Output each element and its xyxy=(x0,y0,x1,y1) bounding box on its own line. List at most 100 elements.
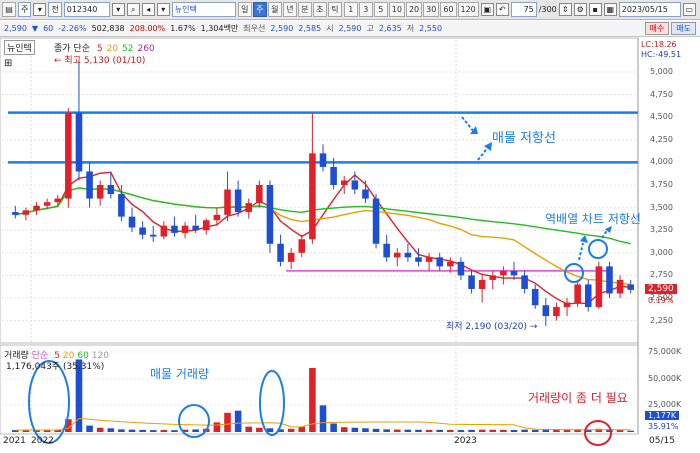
candle-body xyxy=(287,252,295,262)
candle-body xyxy=(500,270,507,276)
candle-body xyxy=(383,243,390,258)
volume-bar xyxy=(256,427,263,432)
candle-body xyxy=(118,194,125,217)
stock-chart-window: ▤ 주 ▾ 전 012340 ▾ ⌕ ◂ ▾ 뉴인텍 일주월년분초틱 1 3 5 10… xyxy=(0,0,700,453)
candle-body xyxy=(584,284,592,308)
volume-bar xyxy=(563,429,571,432)
price-axis-tick: 3,500 xyxy=(650,202,673,212)
candle-body xyxy=(33,205,40,211)
volume-bar xyxy=(531,429,539,432)
min-price-text: 최저 2,190 (03/20) xyxy=(446,322,528,332)
volume-bar xyxy=(213,422,221,432)
volume-bar xyxy=(160,429,168,432)
candle-body xyxy=(256,185,263,204)
candle-body xyxy=(595,266,603,308)
candle-body xyxy=(181,225,189,233)
candle-body xyxy=(213,214,221,221)
price-axis-tick: 2,750 xyxy=(650,270,673,280)
max-price-label: ← 최고 5,130 (01/10) xyxy=(54,56,146,66)
volume-bar xyxy=(298,426,306,432)
candle-body xyxy=(160,225,168,237)
stock-label: 뉴인텍 xyxy=(4,40,35,55)
volume-bar xyxy=(436,429,444,432)
volume-bar xyxy=(86,425,93,432)
candle-body xyxy=(65,112,72,199)
x-label-2022: 2022 xyxy=(31,436,54,446)
candle-body xyxy=(149,234,157,237)
candle-body xyxy=(139,227,146,235)
candle-body xyxy=(436,257,444,267)
volume-bar xyxy=(234,410,242,432)
volume-bar xyxy=(245,426,253,432)
volume-bar xyxy=(553,429,560,432)
candle-body xyxy=(340,180,348,185)
candle-body xyxy=(531,288,539,306)
current-price-marker: 2,590 xyxy=(645,284,677,294)
candle-body xyxy=(266,185,274,244)
volume-bar xyxy=(393,429,401,432)
candle-body xyxy=(202,220,210,231)
candle-body xyxy=(425,257,433,262)
candle-body xyxy=(616,279,624,294)
current-volume-pct: 35.91% xyxy=(648,422,679,431)
price-axis-tick: 3,750 xyxy=(650,180,673,189)
volume-bar xyxy=(425,429,433,432)
candle-body xyxy=(510,270,518,276)
candle-body xyxy=(393,252,401,258)
settings-icon[interactable]: ⊞ xyxy=(4,58,12,69)
volume-bar xyxy=(404,429,412,432)
volume-bar xyxy=(489,429,497,432)
volume-bar xyxy=(457,430,465,432)
volume-bar xyxy=(478,429,486,432)
candle-body xyxy=(351,180,359,190)
volume-bar xyxy=(447,429,454,432)
min-price-label: 최저 2,190 (03/20) → xyxy=(446,322,538,332)
candle-body xyxy=(171,225,178,233)
volume-bar xyxy=(96,427,104,432)
volume-bar xyxy=(500,429,507,432)
candle-body xyxy=(404,252,412,258)
volume-bar xyxy=(171,430,178,432)
candle-body xyxy=(12,212,19,215)
hc-label: HC:-49.51 xyxy=(641,50,682,59)
candle-body xyxy=(521,275,528,289)
reverse-annotation: 역배열 차트 저항선 xyxy=(545,212,641,226)
candle-body xyxy=(553,307,560,317)
volume-bar xyxy=(351,427,359,432)
price-axis-tick: 5,000 xyxy=(650,67,673,76)
price-axis-tick: 3,000 xyxy=(650,247,673,257)
price-axis-tick: 4,000 xyxy=(650,157,673,167)
volume-bar xyxy=(319,405,327,432)
volume-bar xyxy=(149,430,157,432)
price-axis-tick: 4,500 xyxy=(650,112,673,122)
current-pct-label: 0.19% xyxy=(648,296,674,305)
resistance-annotation: 매물 저항선 xyxy=(492,131,556,146)
volume-bar xyxy=(139,429,146,432)
candle-body xyxy=(298,239,306,253)
volume-axis-tick: 50,000K xyxy=(648,374,682,383)
volume-bar xyxy=(330,423,337,432)
candle-body xyxy=(330,166,337,185)
volume-bar xyxy=(224,412,231,432)
volume-bar xyxy=(383,429,390,432)
x-label-2023: 2023 xyxy=(454,436,477,446)
volume-bar xyxy=(192,429,199,432)
candle-body xyxy=(372,198,380,244)
volume-value-label: 1,176,043주 (35.31%) xyxy=(6,362,105,372)
candle-body xyxy=(22,210,30,215)
volume-bar xyxy=(521,429,528,432)
volume-bar xyxy=(372,428,380,432)
candle-body xyxy=(75,112,83,172)
volume-axis-tick: 25,000K xyxy=(648,400,682,409)
x-label-2021: 2021 xyxy=(3,436,26,446)
volume-bar xyxy=(362,428,369,432)
candle-body xyxy=(542,305,550,317)
volume-bar xyxy=(128,429,136,432)
candle-body xyxy=(362,189,369,199)
candle-body xyxy=(234,189,242,213)
lc-label: LC:18.26 xyxy=(641,40,677,49)
candle-body xyxy=(107,185,115,195)
candle-body xyxy=(457,261,465,276)
volume-bar xyxy=(510,429,518,432)
max-price-text: 최고 5,130 (01/10) xyxy=(64,56,146,66)
